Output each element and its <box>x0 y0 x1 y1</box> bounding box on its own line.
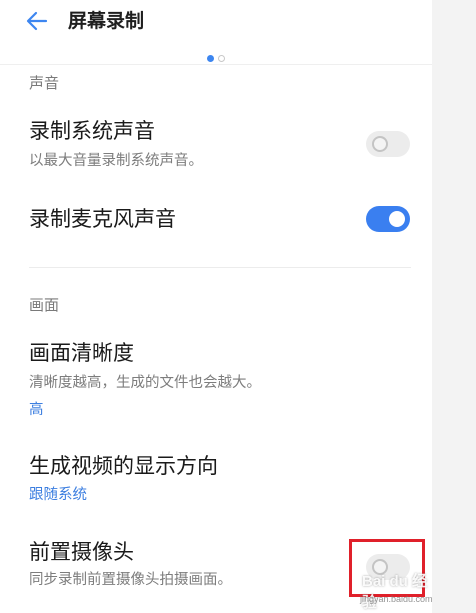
settings-panel: 屏幕录制 声音 录制系统声音 以最大音量录制系统声音。 录制麦克风声音 画面 画… <box>0 0 433 613</box>
header: 屏幕录制 <box>0 0 432 42</box>
watermark-url: jingyan.baidu.com <box>360 594 433 604</box>
back-button[interactable] <box>24 8 50 34</box>
toggle-knob <box>372 136 388 152</box>
front-camera-description: 同步录制前置摄像头拍摄画面。 <box>29 572 232 588</box>
header-divider <box>0 64 432 65</box>
video-orientation-value[interactable]: 跟随系统 <box>29 485 87 505</box>
record-mic-sound-toggle[interactable] <box>366 206 410 232</box>
front-camera-title: 前置摄像头 <box>29 540 134 564</box>
screen: 屏幕录制 声音 录制系统声音 以最大音量录制系统声音。 录制麦克风声音 画面 画… <box>0 0 476 613</box>
video-orientation-title[interactable]: 生成视频的显示方向 <box>29 452 218 480</box>
back-arrow-icon <box>26 11 48 31</box>
watermark-logo: Bai du 经验 <box>362 573 428 611</box>
record-system-sound-toggle[interactable] <box>366 131 410 157</box>
section-divider <box>29 267 411 268</box>
picture-clarity-value[interactable]: 高 <box>29 400 44 420</box>
page-title: 屏幕录制 <box>68 10 145 32</box>
record-system-sound-description: 以最大音量录制系统声音。 <box>29 153 203 169</box>
section-label-sound: 声音 <box>29 74 60 92</box>
picture-clarity-title[interactable]: 画面清晰度 <box>29 339 134 367</box>
page-dot-inactive <box>218 55 225 62</box>
page-dot-active <box>207 55 214 62</box>
toggle-knob <box>389 211 405 227</box>
section-label-picture: 画面 <box>29 296 60 314</box>
picture-clarity-description: 清晰度越高，生成的文件也会越大。 <box>29 375 261 391</box>
right-edge-strip <box>432 0 476 613</box>
record-system-sound-title: 录制系统声音 <box>29 119 155 143</box>
record-mic-sound-title: 录制麦克风声音 <box>29 207 176 231</box>
